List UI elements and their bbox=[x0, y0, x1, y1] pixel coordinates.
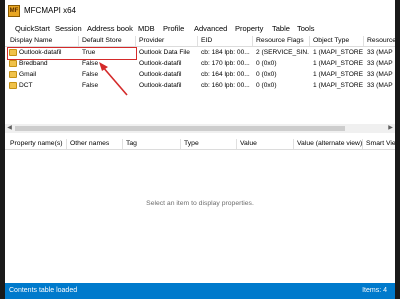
column-other-names[interactable]: Other names bbox=[67, 139, 123, 149]
column-type[interactable]: Type bbox=[181, 139, 237, 149]
column-value[interactable]: Value bbox=[237, 139, 294, 149]
property-table-header: Property name(s) Other names Tag Type Va… bbox=[5, 138, 395, 150]
annotation-arrow-icon bbox=[99, 62, 128, 96]
status-text: Contents table loaded bbox=[9, 287, 78, 294]
item-count: Items: 4 bbox=[362, 287, 387, 294]
column-property-names[interactable]: Property name(s) bbox=[7, 139, 67, 149]
column-smart-view[interactable]: Smart Vie bbox=[363, 139, 395, 149]
empty-properties-message: Select an item to display properties. bbox=[146, 200, 254, 207]
scroll-right-icon[interactable]: ▶ bbox=[386, 124, 395, 133]
scrollbar-thumb[interactable] bbox=[15, 126, 345, 131]
column-tag[interactable]: Tag bbox=[123, 139, 181, 149]
column-value-alternate[interactable]: Value (alternate view) bbox=[294, 139, 363, 149]
status-bar: Contents table loaded Items: 4 bbox=[5, 283, 395, 299]
horizontal-scrollbar[interactable]: ◀ ▶ bbox=[5, 124, 395, 133]
mfcmapi-window: MF MFCMAPI x64 QuickStart Session Addres… bbox=[5, 0, 395, 299]
scroll-left-icon[interactable]: ◀ bbox=[5, 124, 14, 133]
